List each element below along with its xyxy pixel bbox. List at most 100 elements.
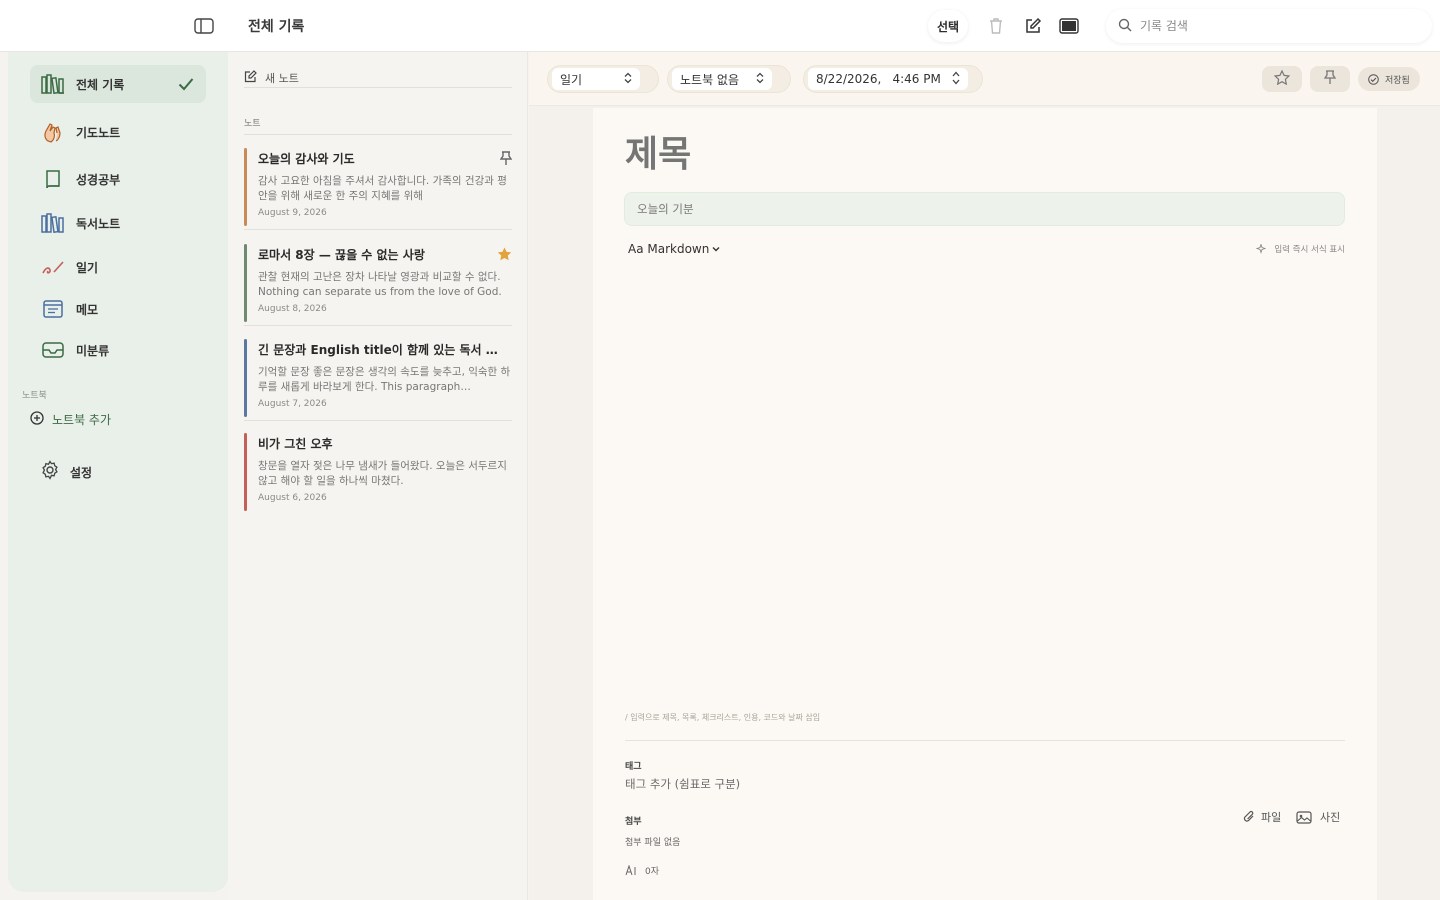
sidebar-item-label: 독서노트 [76,216,121,231]
list-item[interactable]: 오늘의 감사와 기도 감사 고요한 아침을 주셔서 감사합니다. 가족의 건강과… [244,148,513,236]
char-count-value: 0자 [645,867,660,877]
pen-icon [40,256,66,278]
sidebar-item-diary[interactable]: 일기 [30,248,206,286]
divider [244,325,512,326]
search-input[interactable] [1140,19,1400,33]
attach-file-button[interactable]: 파일 [1243,809,1281,825]
trash-icon[interactable] [985,15,1007,37]
mood-input[interactable] [624,192,1345,226]
editor-toolbar: 일기 노트북 없음 8/22/2026, 4:46 PM 저장됨 [529,52,1440,106]
settings-label: 설정 [70,465,93,480]
new-note-button[interactable]: 새 노트 [244,68,299,87]
note-preview: 창문을 열자 젖은 나무 냄새가 들어왔다. 오늘은 서두르지 않고 해야 할 … [258,460,507,487]
add-notebook-button[interactable]: 노트북 추가 [30,408,111,430]
live-format-toggle[interactable]: 입력 즉시 서식 표시 [1256,243,1345,255]
sidebar-toggle-icon[interactable] [192,16,216,36]
note-title: 오늘의 감사와 기도 [258,152,355,166]
no-attachment-text: 첨부 파일 없음 [625,838,681,848]
attach-photo-button[interactable]: 사진 [1296,809,1340,825]
note-color-bar [244,433,247,511]
up-down-chevron-icon [756,72,764,87]
note-title: 긴 문장과 English title이 함께 있는 독서 기록 [258,343,498,357]
page-title: 전체 기록 [248,19,305,35]
list-item[interactable]: 비가 그친 오후 창문을 열자 젖은 나무 냄새가 들어왔다. 오늘은 서두르지… [244,433,512,521]
format-label: Aa Markdown [628,242,710,256]
note-date: August 6, 2026 [258,493,327,503]
note-preview: 감사 고요한 아침을 주셔서 감사합니다. 가족의 건강과 평안을 위해 새로운… [258,175,507,202]
photo-label: 사진 [1320,811,1341,824]
time-value: 4:46 PM [892,72,941,86]
chevron-down-icon [712,246,720,252]
saved-label: 저장됨 [1385,75,1410,86]
sidebar-item-reading-notes[interactable]: 독서노트 [30,204,206,242]
type-value: 일기 [560,72,583,87]
divider [244,87,512,88]
date-value: 8/22/2026, [816,72,882,86]
sidebar-item-label: 성경공부 [76,172,121,187]
type-select[interactable]: 일기 [547,65,659,93]
search-box[interactable] [1106,9,1432,43]
title-input[interactable] [625,134,1325,175]
pin-button[interactable] [1310,66,1350,92]
pin-icon [1323,69,1337,89]
sidebar-item-label: 미분류 [76,343,110,358]
check-circle-icon [1368,73,1379,85]
notebook-select[interactable]: 노트북 없음 [667,65,791,93]
list-item[interactable]: 긴 문장과 English title이 함께 있는 독서 기록 기억할 문장 … [244,339,512,427]
inbox-icon [40,339,66,361]
live-format-label: 입력 즉시 서식 표시 [1274,245,1345,255]
photo-icon [1296,810,1312,824]
list-item[interactable]: 로마서 8장 — 끊을 수 없는 사랑 관찰 현재의 고난은 장차 나타날 영광… [244,244,512,332]
date-time-picker[interactable]: 8/22/2026, 4:46 PM [803,65,983,93]
attachment-section-label: 첨부 [625,817,642,827]
new-note-label: 새 노트 [265,71,299,85]
star-outline-icon [1273,69,1291,89]
stepper-icon[interactable] [952,71,960,88]
note-title: 로마서 8장 — 끊을 수 없는 사랑 [258,248,425,262]
plus-circle-icon [30,410,44,429]
pin-icon[interactable] [499,150,513,169]
note-list-panel: 새 노트 노트 오늘의 감사와 기도 감사 고요한 아침을 주셔서 감사합니다.… [228,52,528,900]
note-preview: 기억할 문장 좋은 문장은 생각의 속도를 늦추고, 익숙한 하루를 새롭게 바… [258,366,511,393]
divider [625,740,1345,741]
format-dropdown[interactable]: Aa Markdown [628,242,720,256]
add-notebook-label: 노트북 추가 [52,412,112,427]
sidebar-item-all-records[interactable]: 전체 기록 [30,65,206,103]
divider [244,134,512,135]
star-icon[interactable] [497,246,512,265]
sidebar-item-label: 메모 [76,302,99,317]
editor-panel: 일기 노트북 없음 8/22/2026, 4:46 PM 저장됨 제목 오늘의 … [529,52,1440,900]
divider [244,229,512,230]
slash-command-hint: / 입력으로 제목, 목록, 체크리스트, 인용, 코드와 날짜 삽입 [625,713,821,722]
sidebar-item-memo[interactable]: 메모 [30,290,206,328]
sidebar-item-uncategorized[interactable]: 미분류 [30,331,206,369]
compose-icon[interactable] [1022,15,1044,37]
notes-section-label: 노트 [244,119,261,129]
sidebar-item-label: 일기 [76,260,99,275]
note-preview: 관찰 현재의 고난은 장차 나타날 영광과 비교할 수 없다. Nothing … [258,271,502,298]
bookshelf-icon [40,73,66,95]
saved-status: 저장됨 [1358,67,1420,91]
character-count: 0자 [625,864,659,877]
note-color-bar [244,244,247,322]
settings-button[interactable]: 설정 [30,456,206,488]
panel-layout-icon[interactable] [1058,15,1080,37]
favorite-button[interactable] [1262,66,1302,92]
tag-input[interactable] [625,777,1025,791]
note-color-bar [244,148,247,226]
up-down-chevron-icon [624,72,632,87]
praying-hands-icon [40,121,66,143]
top-bar: 전체 기록 선택 [0,0,1440,52]
notebook-value: 노트북 없음 [680,72,740,87]
checkmark-icon [178,76,194,95]
compose-icon [244,68,257,87]
note-title: 비가 그친 오후 [258,437,333,451]
notebook-section-label: 노트북 [22,391,47,401]
sidebar-item-bible-study[interactable]: 성경공부 [30,160,206,198]
select-button[interactable]: 선택 [928,10,968,42]
note-date: August 9, 2026 [258,208,327,218]
sidebar-item-prayer[interactable]: 기도노트 [30,113,206,151]
bookshelf-icon [40,212,66,234]
sidebar-item-label: 기도노트 [76,125,121,140]
note-date: August 7, 2026 [258,399,327,409]
